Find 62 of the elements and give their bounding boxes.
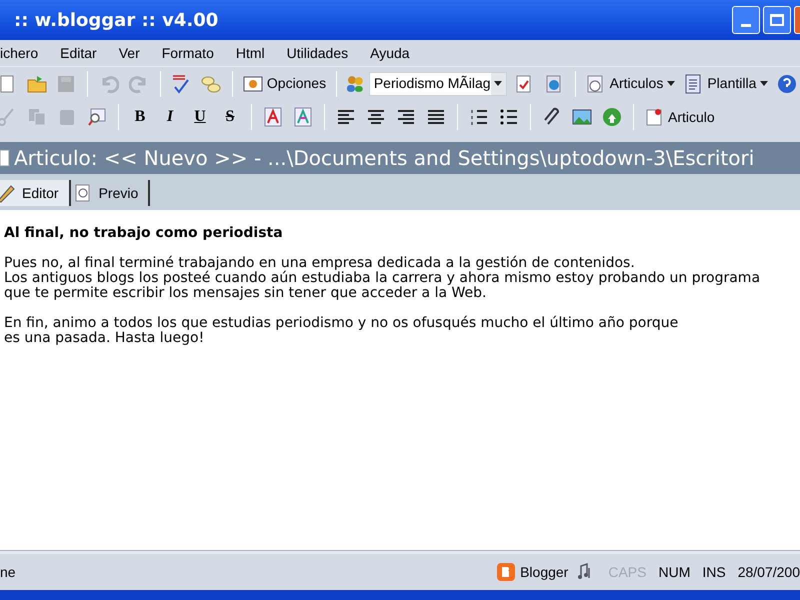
font-color-icon: [263, 107, 283, 127]
highlight-icon: [293, 107, 313, 127]
document-lines-icon: [683, 74, 704, 94]
toolbar-button[interactable]: Opciones: [240, 70, 328, 96]
body-text-line: Pues no, al final terminé trabajando en una empresa dedicada a la gestión de contenidos.: [4, 256, 635, 271]
key-indicator: NUM: [658, 562, 690, 582]
body-text-line: es una pasada. Hasta luego!: [4, 331, 204, 346]
people-icon: [345, 74, 365, 94]
menu-item[interactable]: Formato: [162, 42, 214, 64]
document-icon: [0, 149, 10, 167]
body-text-line: que te permite escribir los mensajes sin tener que acceder a la Web.: [4, 286, 486, 301]
blog-dropdown[interactable]: Periodismo MÃilag: [368, 72, 508, 96]
globe-icon: [602, 107, 622, 127]
window-title: :: w.bloggar :: v4.00: [14, 8, 218, 32]
justify-icon: [426, 107, 446, 127]
close-button[interactable]: [794, 6, 800, 34]
minimize-button[interactable]: [732, 6, 760, 34]
caret-icon: [760, 81, 768, 86]
align-right-icon: [396, 107, 416, 127]
toolbar-button[interactable]: Plantilla: [681, 70, 770, 96]
format-button[interactable]: B: [127, 104, 153, 130]
menu-item[interactable]: Ayuda: [370, 42, 410, 64]
menu-item[interactable]: Ver: [118, 42, 140, 64]
post-heading: Al final, no trabajo como periodista: [4, 226, 283, 241]
bullet-list-icon: [499, 107, 519, 127]
editor-area[interactable]: [0, 210, 800, 550]
caret-icon: [494, 81, 502, 86]
toolbar-button[interactable]: Articulo: [642, 104, 717, 130]
copy-icon: [27, 107, 47, 127]
open-folder-icon: [26, 74, 47, 94]
pencil-icon: [0, 183, 16, 203]
body-text-line: Los antiguos blogs los posteé cuando aún estudiaba la carrera y ahora mismo estoy probando un programa: [4, 271, 760, 286]
align-left-icon: [336, 107, 356, 127]
status-text: ne: [0, 562, 16, 582]
menu-item[interactable]: Html: [236, 42, 265, 64]
body-text-line: En fin, animo a todos los que estudias periodismo y no os ofusqués mucho el último año porque: [4, 316, 678, 331]
help-icon: [777, 74, 798, 94]
find-icon: [87, 107, 107, 127]
menu-item[interactable]: Editar: [60, 42, 97, 64]
save-icon: [56, 74, 76, 94]
key-indicator: INS: [702, 562, 726, 582]
align-center-icon: [366, 107, 386, 127]
landscape-image-icon: [572, 107, 592, 127]
toolbar-button[interactable]: Articulos: [584, 70, 678, 96]
spellcheck-icon: [171, 74, 192, 94]
menu-item[interactable]: Utilidades: [286, 42, 348, 64]
paste-icon: [57, 107, 77, 127]
menu-item[interactable]: ichero: [0, 42, 38, 64]
format-button[interactable]: I: [157, 104, 183, 130]
format-button[interactable]: U: [187, 104, 213, 130]
maximize-button[interactable]: [763, 6, 791, 34]
tab[interactable]: Editor: [0, 180, 71, 206]
date-label: 28/07/200: [738, 562, 800, 582]
speech-bubbles-icon: [201, 74, 222, 94]
paperclip-icon: [542, 107, 562, 127]
document-path: Articulo: << Nuevo >> - ...\Documents and Settings\uptodown-3\Escritori: [14, 145, 754, 172]
format-button[interactable]: S: [217, 104, 243, 130]
settings-window-icon: [242, 74, 263, 94]
new-post-icon: [644, 107, 664, 127]
caret-icon: [667, 81, 676, 86]
service-label: Blogger: [520, 562, 568, 582]
numbered-list-icon: [469, 107, 489, 127]
